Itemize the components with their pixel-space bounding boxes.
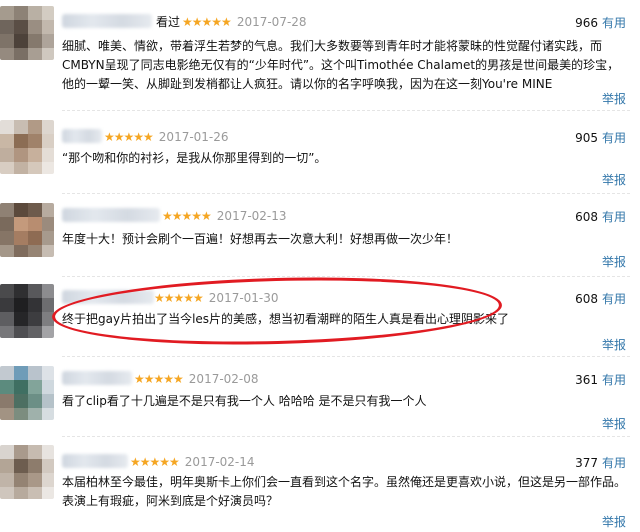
report-button[interactable]: 举报 <box>602 336 626 353</box>
vote-area: 608 有用 <box>575 290 626 307</box>
username-blurred[interactable] <box>62 290 154 304</box>
report-button[interactable]: 举报 <box>602 253 626 270</box>
comment-meta: ★★★★★ 2017-02-14 <box>130 454 255 470</box>
avatar[interactable] <box>0 284 54 338</box>
username-blurred[interactable] <box>62 14 152 28</box>
vote-count: 966 <box>575 16 598 30</box>
comment-date: 2017-02-13 <box>216 209 287 223</box>
star-rating: ★★★★★ <box>130 455 180 469</box>
useful-button[interactable]: 有用 <box>602 210 626 224</box>
divider <box>62 276 630 277</box>
comment-text: 看了clip看了十几遍是不是只有我一个人 哈哈哈 是不是只有我一个人 <box>62 394 427 408</box>
vote-count: 608 <box>575 210 598 224</box>
comment-text: 本届柏林至今最佳，明年奥斯卡上你们会一直看到这个名字。虽然俺还是更喜欢小说，但这… <box>62 475 627 508</box>
comment-date: 2017-07-28 <box>236 15 307 29</box>
comment-date: 2017-02-08 <box>188 372 259 386</box>
star-rating: ★★★★★ <box>162 209 212 223</box>
vote-count: 608 <box>575 292 598 306</box>
useful-button[interactable]: 有用 <box>602 131 626 145</box>
vote-area: 905 有用 <box>575 129 626 146</box>
vote-area: 608 有用 <box>575 208 626 225</box>
report-button[interactable]: 举报 <box>602 171 626 188</box>
divider <box>62 356 630 357</box>
star-rating: ★★★★★ <box>104 130 154 144</box>
comment-text: “那个吻和你的衬衫，是我从你那里得到的一切”。 <box>62 151 327 165</box>
avatar[interactable] <box>0 445 54 499</box>
vote-count: 361 <box>575 373 598 387</box>
vote-area: 361 有用 <box>575 371 626 388</box>
username-blurred[interactable] <box>62 129 102 143</box>
comment-meta: ★★★★★ 2017-02-08 <box>134 371 259 387</box>
divider <box>62 110 630 111</box>
divider <box>62 436 630 437</box>
comment-text: 年度十大！预计会刷个一百遍！好想再去一次意大利！好想再做一次少年！ <box>62 232 459 246</box>
avatar[interactable] <box>0 6 54 60</box>
report-button[interactable]: 举报 <box>602 90 626 107</box>
divider <box>62 193 630 194</box>
avatar[interactable] <box>0 366 54 420</box>
username-blurred[interactable] <box>62 454 128 468</box>
star-rating: ★★★★★ <box>182 15 232 29</box>
star-rating: ★★★★★ <box>134 372 184 386</box>
comment-date: 2017-01-26 <box>158 130 229 144</box>
comment-text: 终于把gay片拍出了当今les片的美感，想当初看潮畔的陌生人真是看出心理阴影来了 <box>62 312 510 326</box>
comment-date: 2017-02-14 <box>184 455 255 469</box>
username-blurred[interactable] <box>62 208 160 222</box>
comment-meta: ★★★★★ 2017-01-30 <box>154 290 279 306</box>
comment-meta: ★★★★★ 2017-02-13 <box>162 208 287 224</box>
vote-area: 377 有用 <box>575 454 626 471</box>
username-blurred[interactable] <box>62 371 132 385</box>
useful-button[interactable]: 有用 <box>602 16 626 30</box>
report-button[interactable]: 举报 <box>602 513 626 530</box>
comment-meta: ★★★★★ 2017-01-26 <box>104 129 229 145</box>
avatar[interactable] <box>0 120 54 174</box>
avatar[interactable] <box>0 203 54 257</box>
vote-count: 905 <box>575 131 598 145</box>
report-button[interactable]: 举报 <box>602 415 626 432</box>
comment-date: 2017-01-30 <box>208 291 279 305</box>
vote-count: 377 <box>575 456 598 470</box>
comment-text: 细腻、唯美、情欲，带着浮生若梦的气息。我们大多数要等到青年时才能将蒙昧的性觉醒付… <box>62 39 620 91</box>
vote-area: 966 有用 <box>575 14 626 31</box>
star-rating: ★★★★★ <box>154 291 204 305</box>
useful-button[interactable]: 有用 <box>602 373 626 387</box>
useful-button[interactable]: 有用 <box>602 292 626 306</box>
comment-meta: 看过 ★★★★★ 2017-07-28 <box>156 14 307 30</box>
watched-label: 看过 <box>156 15 181 29</box>
useful-button[interactable]: 有用 <box>602 456 626 470</box>
